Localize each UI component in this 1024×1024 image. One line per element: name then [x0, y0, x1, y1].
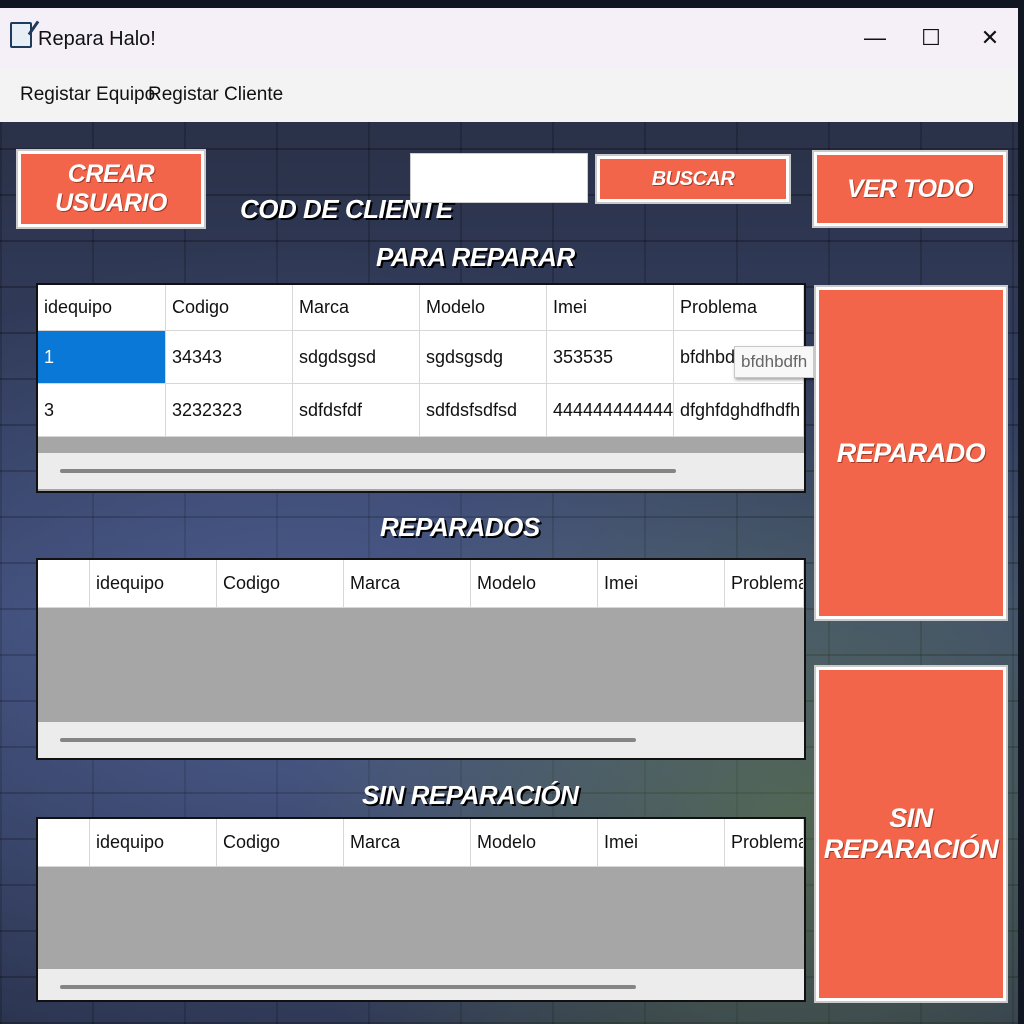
sin-reparacion-label: SIN REPARACIÓN [362, 780, 579, 810]
column-header-imei[interactable]: Imei [598, 560, 725, 608]
scrollbar-thumb[interactable] [60, 985, 636, 989]
ver-todo-button[interactable]: VER TODO [814, 152, 1006, 226]
scrollbar-thumb[interactable] [60, 469, 676, 473]
sin-reparacion-button[interactable]: SIN REPARACIÓN [816, 667, 1006, 1001]
minimize-button[interactable]: — [855, 20, 895, 56]
cell-tooltip: bfdhbdfh [734, 346, 815, 378]
column-header-codigo[interactable]: Codigo [217, 819, 344, 867]
column-header-marca[interactable]: Marca [293, 285, 420, 331]
column-header-idequipo[interactable]: idequipo [90, 819, 217, 867]
cliente-search-input[interactable] [410, 153, 588, 203]
reparado-button[interactable]: REPARADO [816, 287, 1006, 619]
column-header-codigo[interactable]: Codigo [166, 285, 293, 331]
table-cell[interactable]: sdfdsfsdfsd [420, 384, 547, 437]
row-header-corner [38, 819, 90, 867]
horizontal-scrollbar[interactable] [38, 969, 804, 1000]
table-cell[interactable]: 3232323 [166, 384, 293, 437]
table-cell[interactable]: 353535 [547, 331, 674, 384]
window-title: Repara Halo! [38, 28, 156, 50]
reparados-label: REPARADOS [380, 512, 540, 542]
table-cell[interactable]: sdgdsgsd [293, 331, 420, 384]
column-header-marca[interactable]: Marca [344, 819, 471, 867]
sin-reparacion-grid: idequipo Codigo Marca Modelo Imei Proble… [36, 817, 806, 1002]
table-cell[interactable]: 444444444444 [547, 384, 674, 437]
row-header-corner [38, 560, 90, 608]
table-cell[interactable]: dfghfdghdfhdfh [674, 384, 804, 437]
para-reparar-grid: idequipo Codigo Marca Modelo Imei Proble… [36, 283, 806, 493]
column-header-problema[interactable]: Problema [725, 560, 804, 608]
table-cell[interactable]: 1 [38, 331, 166, 384]
column-header-codigo[interactable]: Codigo [217, 560, 344, 608]
column-header-modelo[interactable]: Modelo [420, 285, 547, 331]
reparados-grid: idequipo Codigo Marca Modelo Imei Proble… [36, 558, 806, 760]
menu-registar-equipo[interactable]: Registar Equipo [20, 84, 155, 106]
table-cell[interactable]: 34343 [166, 331, 293, 384]
column-header-idequipo[interactable]: idequipo [38, 285, 166, 331]
column-header-imei[interactable]: Imei [598, 819, 725, 867]
title-bar: Repara Halo! — ☐ ✕ [0, 8, 1018, 70]
horizontal-scrollbar[interactable] [38, 453, 804, 489]
table-cell[interactable]: 3 [38, 384, 166, 437]
buscar-button[interactable]: BUSCAR [597, 156, 789, 202]
app-icon [10, 22, 32, 48]
close-button[interactable]: ✕ [970, 20, 1010, 56]
column-header-marca[interactable]: Marca [344, 560, 471, 608]
column-header-modelo[interactable]: Modelo [471, 560, 598, 608]
maximize-button[interactable]: ☐ [911, 20, 951, 56]
column-header-problema[interactable]: Problema [674, 285, 804, 331]
column-header-modelo[interactable]: Modelo [471, 819, 598, 867]
column-header-imei[interactable]: Imei [547, 285, 674, 331]
table-cell[interactable]: sgdsgsdg [420, 331, 547, 384]
column-header-idequipo[interactable]: idequipo [90, 560, 217, 608]
scrollbar-thumb[interactable] [60, 738, 636, 742]
menu-registar-cliente[interactable]: Registar Cliente [148, 84, 283, 106]
column-header-problema[interactable]: Problema [725, 819, 804, 867]
horizontal-scrollbar[interactable] [38, 722, 804, 758]
app-window: Repara Halo! — ☐ ✕ Registar Equipo Regis… [0, 8, 1018, 1024]
menu-bar: Registar Equipo Registar Cliente [0, 70, 1018, 122]
crear-usuario-button[interactable]: CREAR USUARIO [18, 151, 204, 227]
table-cell[interactable]: sdfdsfdf [293, 384, 420, 437]
para-reparar-label: PARA REPARAR [376, 242, 575, 272]
